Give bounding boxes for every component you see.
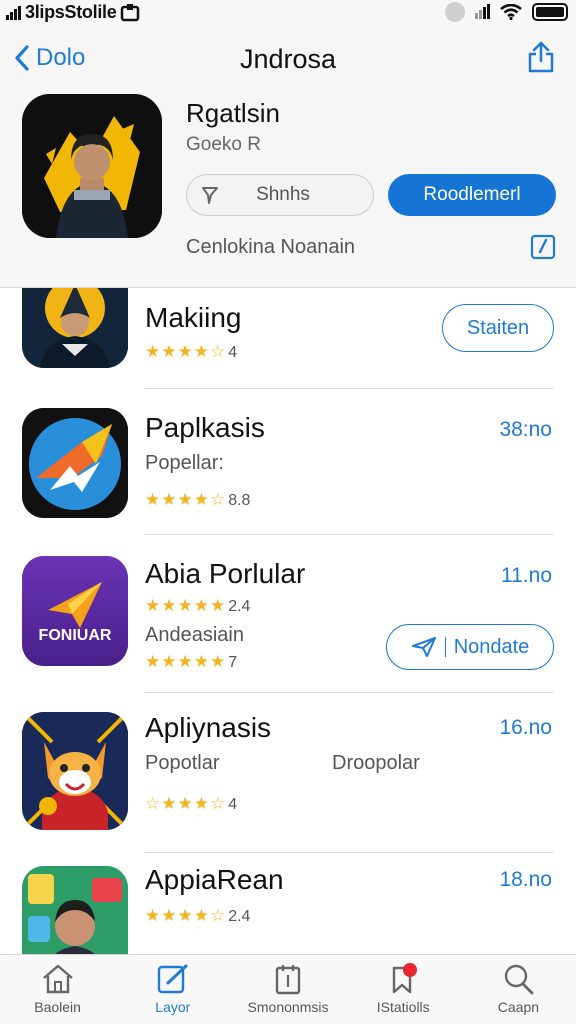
home-icon xyxy=(42,964,73,994)
tab-label: Smononmsis xyxy=(247,999,329,1015)
tab-compose[interactable]: Layor xyxy=(115,955,230,1024)
status-right xyxy=(445,2,568,22)
tab-label: Baolein xyxy=(34,999,81,1015)
hero-app-name: Rgatlsin xyxy=(186,98,280,128)
camera-indicator-icon xyxy=(445,2,465,22)
app-icon: FONIUAR xyxy=(22,556,128,666)
hero-primary-button[interactable]: Roodlemerl xyxy=(388,174,556,216)
icon-wordmark: FONIUAR xyxy=(39,627,112,644)
rating-value: 2.4 xyxy=(228,598,251,615)
app-title: Makiing xyxy=(145,302,242,333)
tab-bar: Baolein Layor Smononmsis IStatiolls Caap… xyxy=(0,954,576,1024)
rating-value: 4 xyxy=(228,344,238,361)
app-list: Makiing ★★★★☆ 4 Staiten Paplkasis Popella… xyxy=(0,288,576,954)
app-title: Paplkasis xyxy=(145,412,265,443)
app-title: AppiaRean xyxy=(145,864,284,895)
app-subtitle: Popotlar xyxy=(145,752,220,774)
row4-artwork xyxy=(22,712,128,830)
rating-stars: ★★★★☆ 2.4 xyxy=(145,906,251,925)
app-action-button[interactable]: Nondate xyxy=(386,624,554,670)
share-icon xyxy=(528,41,554,73)
rating-stars: ☆★★★☆ 4 xyxy=(145,794,238,813)
hero-app-icon[interactable] xyxy=(22,94,162,238)
list-item[interactable]: Makiing ★★★★☆ 4 Staiten xyxy=(0,288,576,389)
hero-secondary-label: Shnhs xyxy=(256,184,310,205)
rating-value: 2.4 xyxy=(228,908,251,925)
row1-artwork xyxy=(22,288,128,368)
status-left: 3lipsStolile xyxy=(6,2,140,23)
button-separator xyxy=(444,637,446,657)
rating-stars-secondary: ★★★★★ 7 xyxy=(145,652,238,671)
app-icon xyxy=(22,408,128,518)
page-title: Jndrosa xyxy=(239,44,337,74)
rating-value-secondary: 7 xyxy=(228,654,238,671)
carrier-label: 3lipsStolile xyxy=(25,2,117,22)
rating-stars: ★★★★☆ 8.8 xyxy=(145,490,251,509)
app-subtitle-secondary: Droopolar xyxy=(332,752,420,774)
list-item[interactable]: Apliynasis Popotlar Droopolar ☆★★★☆ 4 16.… xyxy=(0,692,576,853)
app-header: Dolo Jndrosa Rgatlsin Goeko R Shnhs Rood… xyxy=(0,26,576,288)
wifi-icon xyxy=(500,4,522,20)
app-price[interactable]: 11.no xyxy=(501,564,552,588)
tab-search[interactable]: Caapn xyxy=(461,955,576,1024)
tab-bookmarks[interactable]: IStatiolls xyxy=(346,955,461,1024)
hero-caption: Cenlokina Noanain xyxy=(186,236,356,258)
search-icon xyxy=(505,964,534,995)
rating-value: 4 xyxy=(228,796,238,813)
compose-icon xyxy=(157,964,188,994)
row2-artwork xyxy=(22,408,128,518)
app-badge-icon xyxy=(121,3,140,21)
app-icon xyxy=(22,866,128,954)
app-icon xyxy=(22,288,128,368)
row3-artwork: FONIUAR xyxy=(22,556,128,666)
hero-app-subtitle: Goeko R xyxy=(186,134,261,155)
app-subtitle: Andeasiain xyxy=(145,624,244,646)
send-icon xyxy=(411,637,436,657)
app-subtitle: Popellar: xyxy=(145,452,224,474)
rating-stars: ★★★★★ 2.4 xyxy=(145,596,251,615)
app-price[interactable]: 18.no xyxy=(499,868,552,892)
status-bar: 3lipsStolile xyxy=(0,0,576,26)
tab-label: Caapn xyxy=(497,999,540,1015)
tab-label: Layor xyxy=(155,999,191,1015)
tag-icon xyxy=(202,187,218,204)
bookmark-badge-icon xyxy=(393,963,418,994)
rating-value: 8.8 xyxy=(228,492,251,509)
edit-icon xyxy=(530,234,556,260)
share-button[interactable] xyxy=(526,40,556,79)
app-action-label: Nondate xyxy=(453,635,530,658)
row5-artwork xyxy=(22,866,128,954)
cellular-icon xyxy=(475,4,490,19)
tab-label: IStatiolls xyxy=(376,999,430,1015)
app-title: Abia Porlular xyxy=(145,558,306,589)
app-icon xyxy=(22,712,128,830)
hero-edit-button[interactable] xyxy=(530,232,556,265)
list-item[interactable]: FONIUAR Abia Porlular ★★★★★ 2.4 Andeasiai… xyxy=(0,534,576,693)
hero-secondary-button[interactable]: Shnhs xyxy=(186,174,374,216)
list-item[interactable]: AppiaRean ★★★★☆ 2.4 18.no xyxy=(0,852,576,954)
document-icon xyxy=(275,965,301,995)
signal-icon xyxy=(6,5,21,20)
battery-icon xyxy=(532,3,568,21)
app-action-button[interactable]: Staiten xyxy=(442,304,554,352)
list-item[interactable]: Paplkasis Popellar: ★★★★☆ 8.8 38:no xyxy=(0,388,576,535)
rating-stars: ★★★★☆ 4 xyxy=(145,342,238,361)
app-title: Apliynasis xyxy=(145,712,272,743)
app-price[interactable]: 16.no xyxy=(499,716,552,740)
hero-artwork xyxy=(22,94,162,238)
tab-home[interactable]: Baolein xyxy=(0,955,115,1024)
tab-documents[interactable]: Smononmsis xyxy=(230,955,345,1024)
app-price[interactable]: 38:no xyxy=(499,418,552,442)
